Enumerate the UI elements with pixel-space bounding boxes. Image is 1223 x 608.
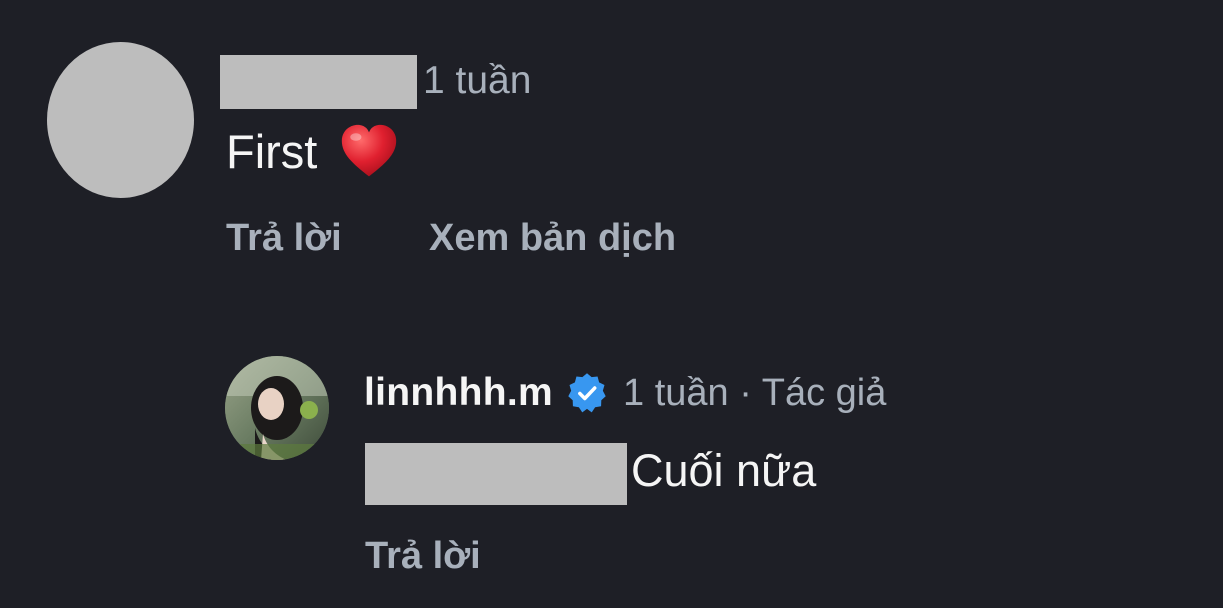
comment-top: 1 tuần First Trả lời Xem bản dịch — [0, 0, 1223, 300]
profile-photo — [225, 356, 329, 460]
reply-button[interactable]: Trả lời — [226, 216, 342, 260]
avatar[interactable] — [225, 356, 329, 460]
reply-time-author: 1 tuần · Tác giả — [623, 372, 887, 414]
reply-text: Cuối nữa — [631, 445, 817, 496]
reply-header: linnhhh.m 1 tuần · Tác giả — [364, 370, 886, 416]
reply-button-2[interactable]: Trả lời — [365, 534, 481, 578]
heart-emoji-icon — [342, 124, 397, 177]
verified-badge-icon — [568, 373, 606, 413]
username[interactable]: linnhhh.m — [364, 370, 553, 416]
comment-text-content: First — [226, 125, 318, 178]
avatar-redacted[interactable] — [47, 42, 194, 198]
see-translation-button[interactable]: Xem bản dịch — [429, 216, 676, 260]
mention-redacted[interactable] — [365, 443, 627, 505]
comment-time: 1 tuần — [423, 59, 532, 102]
comment-text: First — [226, 122, 399, 182]
username-redacted[interactable] — [220, 55, 417, 109]
